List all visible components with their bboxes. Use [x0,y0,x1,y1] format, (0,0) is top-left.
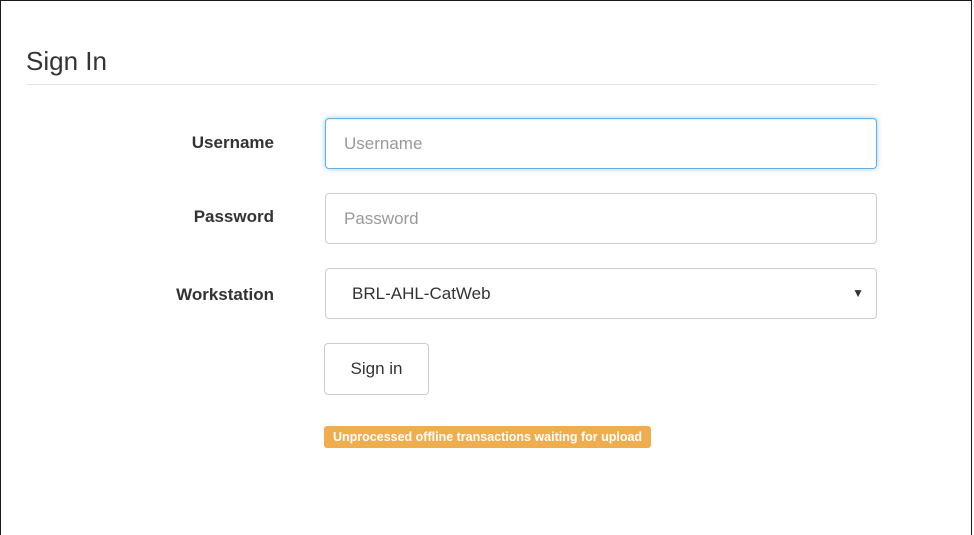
sign-in-button[interactable]: Sign in [324,343,429,395]
workstation-selected-value: BRL-AHL-CatWeb [352,283,491,303]
chevron-down-icon: ▼ [852,286,864,300]
password-label: Password [193,207,274,226]
username-label: Username [191,133,274,152]
page-title: Sign In [26,46,107,76]
title-divider [26,84,877,85]
page-frame: Sign In Username Password Workstation BR… [0,0,972,535]
password-input[interactable] [325,193,877,244]
username-input[interactable] [325,118,877,169]
workstation-label: Workstation [176,285,274,304]
workstation-select[interactable]: BRL-AHL-CatWeb ▼ [325,268,877,319]
status-badge: Unprocessed offline transactions waiting… [324,426,652,448]
